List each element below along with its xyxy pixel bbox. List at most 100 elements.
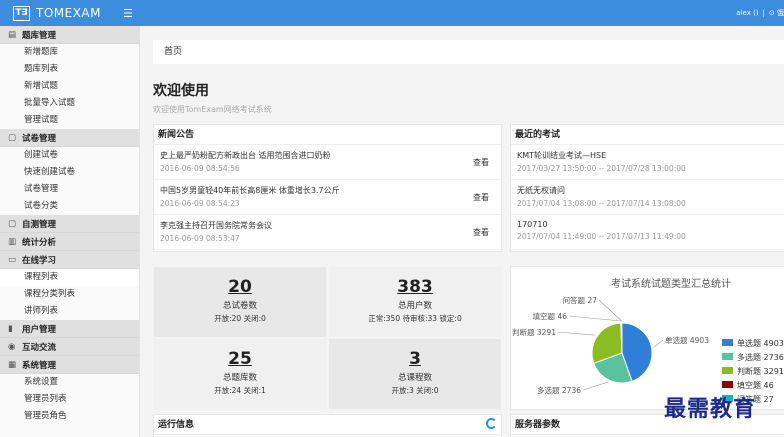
news-view-link[interactable]: 查看 bbox=[473, 227, 489, 238]
sidebar-group-icon: ▥ bbox=[8, 236, 17, 247]
sidebar-group-title: 试卷管理 bbox=[22, 133, 57, 144]
news-date: 2016-06-09 08:53:47 bbox=[160, 234, 240, 243]
sidebar-group-icon: ▢ bbox=[8, 132, 17, 143]
sidebar-item[interactable]: 系统设置 bbox=[0, 374, 139, 391]
refresh-icon[interactable] bbox=[486, 418, 497, 429]
sidebar-group-title: 系统管理 bbox=[22, 360, 57, 371]
stat-number[interactable]: 383 bbox=[329, 277, 501, 297]
stat-label: 总试卷数 bbox=[222, 301, 257, 311]
sidebar-group-icon: ◉ bbox=[8, 341, 16, 352]
sidebar-item[interactable]: 试卷管理 bbox=[0, 181, 139, 198]
legend-item: 多选题 2736 bbox=[737, 352, 784, 362]
exam-time: 2017/07/04 11:49:00 -- 2017/07/13 11:49:… bbox=[517, 232, 686, 241]
stats-grid: 20 总试卷数开放:20 关闭:0 383 总用户数正常:350 待审核:33 锁定:… bbox=[153, 266, 502, 410]
news-title[interactable]: 李克强主持召开国务院常务会议 bbox=[160, 220, 495, 231]
question-type-chart: 考试系统试题类型汇总统计单选题 4903 多选题 2736 判断题 3291 填空题 … bbox=[510, 266, 784, 410]
sidebar-group-0[interactable]: ▤ 题库管理 bbox=[0, 26, 139, 44]
news-panel: 新闻公告 史上最严奶粉配方新政出台 适用范围含进口奶粉 2016-06-09 08… bbox=[153, 124, 502, 252]
stat-card: 25 总题库数 开放:24 关闭:1 bbox=[153, 338, 327, 410]
pie-slice-label: 判断题 3291 bbox=[512, 327, 556, 337]
stat-card: 383 总用户数正常:350 待审核:33 锁定:0 bbox=[328, 266, 502, 338]
stat-detail: 正常:350 待审核:33 锁定:0 bbox=[368, 314, 462, 323]
sidebar-item[interactable]: 试卷分类 bbox=[0, 198, 139, 215]
sidebar-group-title: 用户管理 bbox=[22, 324, 57, 335]
pie-label-line bbox=[568, 315, 622, 322]
sidebar-item[interactable]: 讲师列表 bbox=[0, 303, 139, 320]
exam-time: 2017/03/27 13:50:00 -- 2017/07/28 13:00:… bbox=[517, 164, 686, 173]
user-menu[interactable]: alex () bbox=[736, 9, 758, 17]
pie-label-line bbox=[582, 381, 609, 391]
sidebar-item[interactable]: 快速创建试卷 bbox=[0, 164, 139, 181]
sidebar-item[interactable]: 新增试题 bbox=[0, 78, 139, 95]
news-title[interactable]: 史上最严奶粉配方新政出台 适用范围含进口奶粉 bbox=[160, 150, 495, 161]
stat-label: 总题库数 bbox=[222, 373, 257, 383]
sidebar-group-2[interactable]: ▢ 自测管理 bbox=[0, 215, 139, 233]
legend-swatch bbox=[722, 367, 733, 374]
pie-slice-label: 问答题 27 bbox=[563, 295, 598, 305]
sidebar-item[interactable]: 创建试卷 bbox=[0, 147, 139, 164]
stat-card: 3 总课程数 开放:3 关闭:0 bbox=[328, 338, 502, 410]
stat-detail: 开放:20 关闭:0 bbox=[214, 314, 266, 323]
sidebar-item[interactable]: 管理试题 bbox=[0, 112, 139, 129]
exam-title[interactable]: 无纸无权请问 bbox=[517, 185, 784, 196]
breadcrumb[interactable]: 首页 bbox=[153, 40, 784, 64]
sidebar-group-icon: ▦ bbox=[8, 359, 17, 370]
pie-slice-label: 多选题 2736 bbox=[537, 385, 581, 395]
stat-number[interactable]: 20 bbox=[154, 277, 326, 297]
sidebar-group-icon: ▮ bbox=[8, 323, 13, 334]
sidebar-item[interactable]: 管理员角色 bbox=[0, 408, 139, 425]
exam-time: 2017/07/04 13:08:00 -- 2017/07/14 13:08:… bbox=[517, 199, 686, 208]
exam-title[interactable]: KMT轮训结业考试—HSE bbox=[517, 150, 784, 161]
news-view-link[interactable]: 查看 bbox=[473, 192, 489, 203]
brand-name: TOMEXAM bbox=[36, 6, 101, 20]
sidebar-group-title: 在线学习 bbox=[22, 255, 57, 266]
page-title: 欢迎使用 bbox=[153, 83, 209, 99]
sidebar-item[interactable]: 批量导入试题 bbox=[0, 95, 139, 112]
exam-item: 无纸无权请问 2017/07/04 13:08:00 -- 2017/07/14 … bbox=[511, 180, 784, 215]
news-panel-title: 新闻公告 bbox=[154, 125, 501, 145]
legend-item: 填空题 46 bbox=[737, 380, 774, 390]
news-view-link[interactable]: 查看 bbox=[473, 157, 489, 168]
pie-slice-label: 填空题 46 bbox=[533, 311, 568, 321]
sidebar-item[interactable]: 课程分类列表 bbox=[0, 286, 139, 303]
exam-item: 170710 2017/07/04 11:49:00 -- 2017/07/13 … bbox=[511, 215, 784, 250]
sidebar-group-icon: ▢ bbox=[8, 218, 17, 229]
stat-label: 总用户数 bbox=[397, 301, 432, 311]
run-info-panel: 运行信息 bbox=[153, 414, 502, 437]
sidebar-group-title: 互动交流 bbox=[22, 342, 57, 353]
sidebar-group-icon: ▤ bbox=[8, 29, 17, 40]
news-date: 2016-06-09 08:54:56 bbox=[160, 164, 240, 173]
sidebar-group-4[interactable]: ▭ 在线学习 bbox=[0, 251, 139, 269]
sidebar-group-3[interactable]: ▥ 统计分析 bbox=[0, 233, 139, 251]
legend-swatch bbox=[722, 381, 733, 388]
sidebar-item[interactable]: 新增题库 bbox=[0, 44, 139, 61]
sidebar-group-1[interactable]: ▢ 试卷管理 bbox=[0, 129, 139, 147]
sidebar-group-7[interactable]: ▦ 系统管理 bbox=[0, 356, 139, 374]
sidebar-group-title: 统计分析 bbox=[22, 237, 57, 248]
logo: T∃ bbox=[13, 5, 30, 21]
stat-number[interactable]: 25 bbox=[154, 349, 326, 369]
recent-exams-panel: 最近的考试 KMT轮训结业考试—HSE 2017/03/27 13:50:00 -… bbox=[510, 124, 784, 252]
run-info-title: 运行信息 bbox=[154, 415, 501, 435]
legend-swatch bbox=[722, 339, 733, 346]
sidebar-item[interactable]: 管理员列表 bbox=[0, 391, 139, 408]
news-title[interactable]: 中国5岁男童轻40年前长高8厘米 体重增长3.7公斤 bbox=[160, 185, 495, 196]
sidebar-item[interactable]: 题库列表 bbox=[0, 61, 139, 78]
pie-slice-label: 单选题 4903 bbox=[665, 335, 709, 345]
top-bar: T∃ TOMEXAM ☰ alex () | ⊙ 饿 bbox=[0, 0, 784, 26]
menu-toggle-icon[interactable]: ☰ bbox=[123, 7, 133, 20]
news-item: 史上最严奶粉配方新政出台 适用范围含进口奶粉 2016-06-09 08:54:5… bbox=[154, 145, 501, 180]
news-list: 史上最严奶粉配方新政出台 适用范围含进口奶粉 2016-06-09 08:54:5… bbox=[154, 145, 501, 250]
stat-number[interactable]: 3 bbox=[329, 349, 501, 369]
user-area: alex () | ⊙ 饿 bbox=[736, 0, 784, 26]
sidebar-item[interactable]: 课程列表 bbox=[0, 269, 139, 286]
legend-item: 单选题 4903 bbox=[737, 338, 784, 348]
exam-title[interactable]: 170710 bbox=[517, 220, 784, 229]
logout-link[interactable]: ⊙ 饿 bbox=[769, 8, 784, 18]
pie-chart-svg: 考试系统试题类型汇总统计单选题 4903 多选题 2736 判断题 3291 填空题 … bbox=[512, 277, 784, 404]
chart-title: 考试系统试题类型汇总统计 bbox=[611, 277, 731, 290]
news-item: 中国5岁男童轻40年前长高8厘米 体重增长3.7公斤 2016-06-09 08:… bbox=[154, 180, 501, 215]
sidebar-group-6[interactable]: ◉ 互动交流 bbox=[0, 338, 139, 356]
sidebar-group-5[interactable]: ▮ 用户管理 bbox=[0, 320, 139, 338]
pie-label-line bbox=[653, 339, 664, 348]
